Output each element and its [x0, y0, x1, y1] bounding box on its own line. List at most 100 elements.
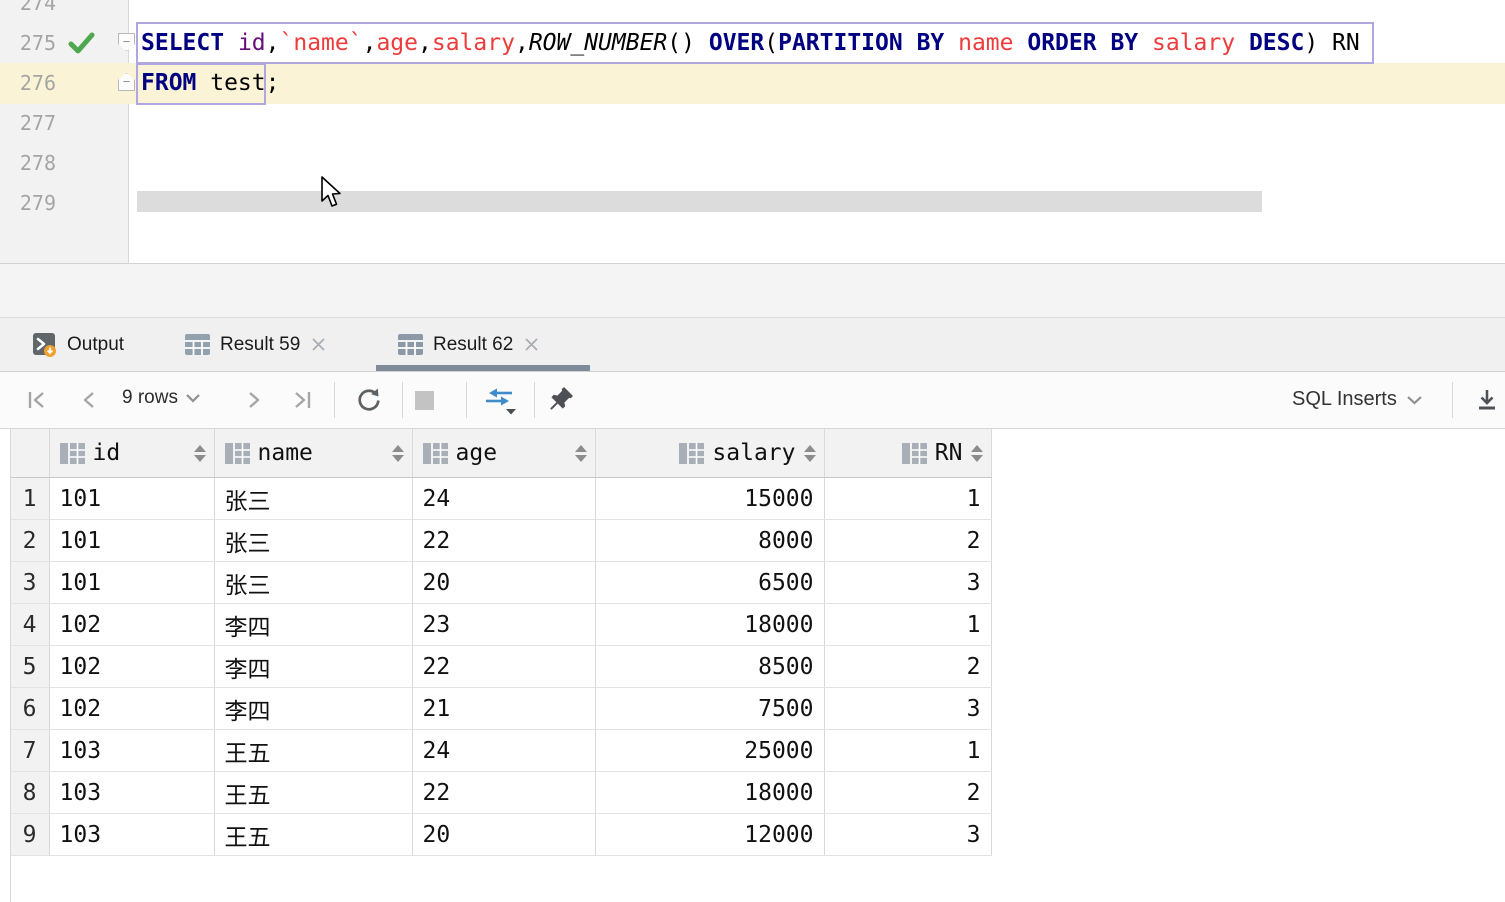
column-header-rn[interactable]: RN: [824, 429, 991, 478]
grid-cell[interactable]: 25000: [595, 730, 824, 772]
table-row: 2 101 张三 22 8000 2: [11, 520, 991, 562]
grid-cell[interactable]: 张三: [214, 520, 412, 562]
line-number: 274: [0, 0, 56, 23]
row-count-dropdown[interactable]: 9 rows: [122, 387, 201, 409]
code-line-275[interactable]: SELECT id,`name`,age,salary,ROW_NUMBER()…: [141, 23, 1360, 63]
grid-cell[interactable]: 2: [824, 772, 991, 814]
toolbar-separator: [534, 382, 535, 418]
sort-toggle-icon[interactable]: [804, 445, 816, 462]
grid-cell[interactable]: 18000: [595, 604, 824, 646]
export-data-button[interactable]: [1474, 387, 1500, 413]
grid-cell[interactable]: 102: [49, 646, 214, 688]
tab-result-62[interactable]: Result 62: [398, 318, 540, 371]
grid-cell[interactable]: 3: [824, 688, 991, 730]
grid-cell[interactable]: 15000: [595, 478, 824, 520]
next-page-button[interactable]: [245, 389, 263, 411]
grid-cell[interactable]: 102: [49, 604, 214, 646]
grid-cell[interactable]: 8000: [595, 520, 824, 562]
column-header-name[interactable]: name: [214, 429, 412, 478]
grid-cell[interactable]: 王五: [214, 730, 412, 772]
grid-cell[interactable]: 23: [412, 604, 595, 646]
grid-cell[interactable]: 李四: [214, 646, 412, 688]
grid-cell[interactable]: 12000: [595, 814, 824, 856]
row-number[interactable]: 1: [11, 478, 49, 520]
grid-cell[interactable]: 21: [412, 688, 595, 730]
dropdown-caret-icon: [506, 409, 516, 415]
row-number[interactable]: 4: [11, 604, 49, 646]
grid-cell[interactable]: 2: [824, 520, 991, 562]
previous-page-button[interactable]: [80, 389, 98, 411]
tab-output[interactable]: Output: [33, 318, 124, 371]
grid-cell[interactable]: 22: [412, 772, 595, 814]
chevron-down-icon: [185, 392, 201, 404]
grid-cell[interactable]: 3: [824, 562, 991, 604]
table-header-row: id name: [11, 429, 991, 478]
close-icon[interactable]: [523, 336, 540, 353]
compare-data-button[interactable]: [482, 386, 518, 416]
grid-cell[interactable]: 6500: [595, 562, 824, 604]
refresh-button[interactable]: [354, 385, 384, 415]
grid-cell[interactable]: 1: [824, 478, 991, 520]
sort-toggle-icon[interactable]: [575, 445, 587, 462]
column-header-age[interactable]: age: [412, 429, 595, 478]
sort-toggle-icon[interactable]: [971, 445, 983, 462]
grid-cell[interactable]: 8500: [595, 646, 824, 688]
grid-cell[interactable]: 1: [824, 730, 991, 772]
grid-cell[interactable]: 7500: [595, 688, 824, 730]
code-line-276[interactable]: FROM test;: [141, 63, 280, 103]
grid-cell[interactable]: 22: [412, 520, 595, 562]
grid-cell[interactable]: 王五: [214, 814, 412, 856]
column-icon: [225, 443, 250, 464]
result-toolbar: 9 rows: [0, 372, 1505, 429]
editor-horizontal-scrollbar[interactable]: [137, 191, 1262, 212]
grid-cell[interactable]: 李四: [214, 688, 412, 730]
grid-cell[interactable]: 3: [824, 814, 991, 856]
grid-cell[interactable]: 王五: [214, 772, 412, 814]
first-page-button[interactable]: [26, 389, 48, 411]
grid-cell[interactable]: 24: [412, 478, 595, 520]
grid-cell[interactable]: 101: [49, 478, 214, 520]
sql-identifier: id: [238, 30, 266, 56]
sort-toggle-icon[interactable]: [194, 445, 206, 462]
grid-cell[interactable]: 张三: [214, 562, 412, 604]
row-number[interactable]: 3: [11, 562, 49, 604]
sql-keyword: SELECT: [141, 30, 238, 56]
stop-button[interactable]: [415, 391, 434, 410]
tab-result-59[interactable]: Result 59: [185, 318, 327, 371]
grid-cell[interactable]: 20: [412, 814, 595, 856]
sql-editor[interactable]: 274 275 276 277 278 279 − − SELECT id,`n…: [0, 0, 1505, 263]
grid-cell[interactable]: 李四: [214, 604, 412, 646]
sql-identifier: age: [376, 30, 418, 56]
row-number[interactable]: 2: [11, 520, 49, 562]
sql-keyword: OVER: [709, 30, 764, 56]
grid-cell[interactable]: 101: [49, 562, 214, 604]
row-number[interactable]: 9: [11, 814, 49, 856]
row-number[interactable]: 7: [11, 730, 49, 772]
compare-arrows-icon: [482, 386, 518, 416]
success-checkmark-icon[interactable]: [68, 31, 95, 55]
column-header-salary[interactable]: salary: [595, 429, 824, 478]
grid-cell[interactable]: 101: [49, 520, 214, 562]
grid-cell[interactable]: 102: [49, 688, 214, 730]
column-header-id[interactable]: id: [49, 429, 214, 478]
close-icon[interactable]: [310, 336, 327, 353]
grid-cell[interactable]: 103: [49, 772, 214, 814]
grid-cell[interactable]: 22: [412, 646, 595, 688]
grid-cell[interactable]: 24: [412, 730, 595, 772]
pin-tab-button[interactable]: [547, 385, 575, 413]
sort-toggle-icon[interactable]: [392, 445, 404, 462]
row-number[interactable]: 8: [11, 772, 49, 814]
grid-cell[interactable]: 张三: [214, 478, 412, 520]
row-number[interactable]: 5: [11, 646, 49, 688]
grid-cell[interactable]: 2: [824, 646, 991, 688]
column-label: RN: [935, 440, 963, 466]
grid-cell[interactable]: 20: [412, 562, 595, 604]
last-page-button[interactable]: [291, 389, 313, 411]
export-format-dropdown[interactable]: SQL Inserts: [1292, 388, 1423, 411]
grid-cell[interactable]: 103: [49, 814, 214, 856]
grid-cell[interactable]: 18000: [595, 772, 824, 814]
grid-cell[interactable]: 1: [824, 604, 991, 646]
grid-cell[interactable]: 103: [49, 730, 214, 772]
result-table: id name: [11, 429, 992, 856]
row-number[interactable]: 6: [11, 688, 49, 730]
